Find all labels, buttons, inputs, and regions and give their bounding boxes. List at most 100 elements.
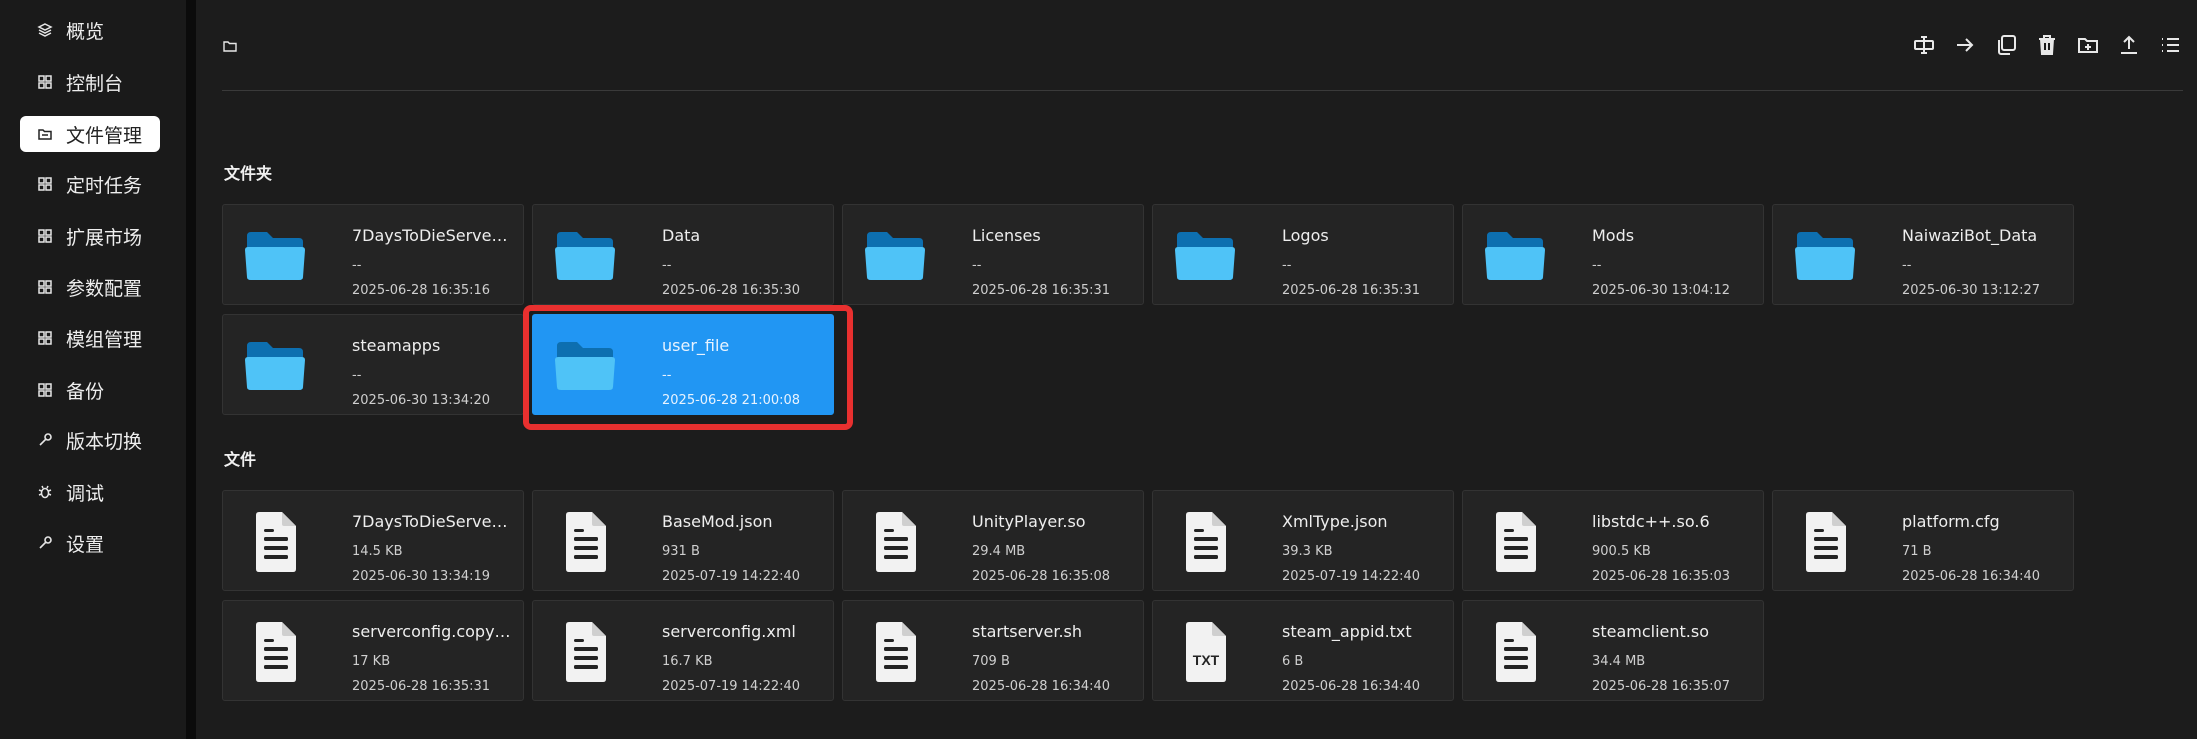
file-card[interactable]: 7DaysToDieServer… 14.5 KB 2025-06-30 13:34… — [222, 490, 524, 591]
file-name: UnityPlayer.so — [972, 512, 1086, 531]
file-card[interactable]: serverconfig.xml 16.7 KB 2025-07-19 14:22:… — [532, 600, 834, 701]
file-date: 2025-06-30 13:34:19 — [352, 569, 491, 584]
folders-section-title: 文件夹 — [224, 164, 273, 183]
svg-text:TXT: TXT — [1193, 652, 1220, 668]
folder-card[interactable]: Data -- 2025-06-28 16:35:30 — [532, 204, 834, 305]
sidebar-item-parameters[interactable]: 参数配置 — [20, 269, 160, 305]
sidebar-item-settings[interactable]: 设置 — [20, 525, 160, 561]
file-size: 6 B — [1282, 654, 1304, 669]
file-date: 2025-06-28 21:00:08 — [662, 393, 801, 408]
sidebar-item-backup[interactable]: 备份 — [20, 372, 160, 408]
file-card[interactable]: platform.cfg 71 B 2025-06-28 16:34:40 — [1772, 490, 2074, 591]
file-date: 2025-06-28 16:35:16 — [352, 283, 491, 298]
file-size: 39.3 KB — [1282, 544, 1333, 559]
file-card[interactable]: UnityPlayer.so 29.4 MB 2025-06-28 16:35:08 — [842, 490, 1144, 591]
file-size: 14.5 KB — [352, 544, 403, 559]
header-divider — [222, 90, 2183, 91]
file-date: 2025-06-30 13:12:27 — [1902, 283, 2041, 298]
document-icon — [863, 511, 927, 573]
sidebar-item-label: 概览 — [66, 20, 105, 43]
folder-card[interactable]: NaiwaziBot_Data -- 2025-06-30 13:12:27 — [1772, 204, 2074, 305]
list-view-icon[interactable] — [2155, 30, 2185, 60]
file-size: 71 B — [1902, 544, 1932, 559]
file-card[interactable]: serverconfig.copy… 17 KB 2025-06-28 16:35:… — [222, 600, 524, 701]
file-name: NaiwaziBot_Data — [1902, 226, 2038, 245]
move-icon[interactable] — [1950, 30, 1980, 60]
sidebar-divider — [186, 0, 196, 739]
file-size: -- — [352, 368, 362, 383]
file-card[interactable]: XmlType.json 39.3 KB 2025-07-19 14:22:40 — [1152, 490, 1454, 591]
grid-icon — [36, 73, 54, 91]
file-date: 2025-06-28 16:35:08 — [972, 569, 1111, 584]
file-card[interactable]: libstdc++.so.6 900.5 KB 2025-06-28 16:35:0… — [1462, 490, 1764, 591]
file-size: 931 B — [662, 544, 700, 559]
file-name: XmlType.json — [1282, 512, 1388, 531]
rename-icon[interactable] — [1909, 30, 1939, 60]
file-name: Licenses — [972, 226, 1041, 245]
file-card[interactable]: TXT steam_appid.txt 6 B 2025-06-28 16:34:40 — [1152, 600, 1454, 701]
file-card[interactable]: BaseMod.json 931 B 2025-07-19 14:22:40 — [532, 490, 834, 591]
file-date: 2025-06-28 16:35:30 — [662, 283, 801, 298]
sidebar-item-label: 控制台 — [66, 72, 124, 95]
upload-icon[interactable] — [2114, 30, 2144, 60]
files-section-title: 文件 — [224, 450, 257, 469]
file-size: 17 KB — [352, 654, 391, 669]
file-card[interactable]: startserver.sh 709 B 2025-06-28 16:34:40 — [842, 600, 1144, 701]
new-folder-icon[interactable] — [2073, 30, 2103, 60]
file-name: serverconfig.xml — [662, 622, 796, 641]
file-name: Mods — [1592, 226, 1635, 245]
copy-icon[interactable] — [1991, 30, 2021, 60]
folder-card[interactable]: Mods -- 2025-06-30 13:04:12 — [1462, 204, 1764, 305]
breadcrumb-folder-icon[interactable] — [222, 38, 240, 56]
toolbar — [1909, 30, 2185, 60]
file-name: libstdc++.so.6 — [1592, 512, 1710, 531]
grid-icon — [36, 381, 54, 399]
file-date: 2025-06-28 16:35:03 — [1592, 569, 1731, 584]
document-icon — [1483, 511, 1547, 573]
file-date: 2025-07-19 14:22:40 — [662, 679, 801, 694]
sidebar-item-mods[interactable]: 模组管理 — [20, 320, 160, 356]
file-name: 7DaysToDieServer… — [352, 512, 512, 531]
file-name: BaseMod.json — [662, 512, 773, 531]
folder-card[interactable]: 7DaysToDieServer… -- 2025-06-28 16:35:16 — [222, 204, 524, 305]
file-name: steam_appid.txt — [1282, 622, 1412, 641]
file-size: 900.5 KB — [1592, 544, 1651, 559]
folder-icon — [553, 335, 617, 397]
file-card[interactable]: steamclient.so 34.4 MB 2025-06-28 16:35:07 — [1462, 600, 1764, 701]
folder-icon — [36, 125, 54, 143]
sidebar-item-label: 调试 — [66, 482, 105, 505]
sidebar-item-console[interactable]: 控制台 — [20, 64, 160, 100]
sidebar-item-label: 版本切换 — [66, 430, 143, 453]
delete-icon[interactable] — [2032, 30, 2062, 60]
file-name: serverconfig.copy… — [352, 622, 511, 641]
file-size: 34.4 MB — [1592, 654, 1646, 669]
file-date: 2025-06-30 13:04:12 — [1592, 283, 1731, 298]
folder-card[interactable]: user_file -- 2025-06-28 21:00:08 — [532, 314, 834, 415]
folder-card[interactable]: Licenses -- 2025-06-28 16:35:31 — [842, 204, 1144, 305]
grid-icon — [36, 227, 54, 245]
sidebar-item-label: 定时任务 — [66, 174, 143, 197]
sidebar-item-version-switch[interactable]: 版本切换 — [20, 422, 160, 458]
sidebar-item-scheduled-tasks[interactable]: 定时任务 — [20, 166, 160, 202]
document-icon — [863, 621, 927, 683]
main-content: 文件夹 7DaysToDieServer… -- 2025-06-28 16:35:… — [196, 0, 2197, 739]
file-size: -- — [662, 258, 672, 273]
file-name: 7DaysToDieServer… — [352, 226, 512, 245]
folder-icon — [243, 225, 307, 287]
file-date: 2025-06-28 16:35:07 — [1592, 679, 1731, 694]
txt-file-icon: TXT — [1173, 621, 1237, 683]
folder-icon — [243, 335, 307, 397]
sidebar-item-label: 参数配置 — [66, 277, 143, 300]
sidebar-item-file-manager[interactable]: 文件管理 — [20, 116, 160, 152]
folder-card[interactable]: Logos -- 2025-06-28 16:35:31 — [1152, 204, 1454, 305]
sidebar-item-debug[interactable]: 调试 — [20, 474, 160, 510]
file-date: 2025-06-28 16:35:31 — [972, 283, 1111, 298]
folder-card[interactable]: steamapps -- 2025-06-30 13:34:20 — [222, 314, 524, 415]
file-size: 709 B — [972, 654, 1010, 669]
sidebar-item-label: 模组管理 — [66, 328, 143, 351]
sidebar-item-overview[interactable]: 概览 — [20, 12, 160, 48]
sidebar-item-extension-market[interactable]: 扩展市场 — [20, 218, 160, 254]
file-date: 2025-07-19 14:22:40 — [662, 569, 801, 584]
file-size: 16.7 KB — [662, 654, 713, 669]
file-name: platform.cfg — [1902, 512, 2000, 531]
